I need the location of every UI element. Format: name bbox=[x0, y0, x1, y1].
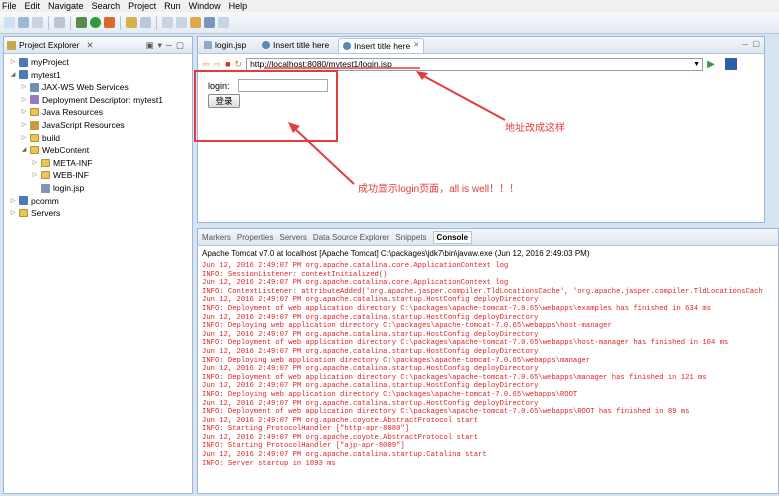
success-arrow bbox=[291, 125, 355, 185]
url-arrowhead bbox=[416, 71, 428, 80]
url-arrow bbox=[419, 73, 506, 121]
annotation-arrows bbox=[264, 67, 506, 185]
